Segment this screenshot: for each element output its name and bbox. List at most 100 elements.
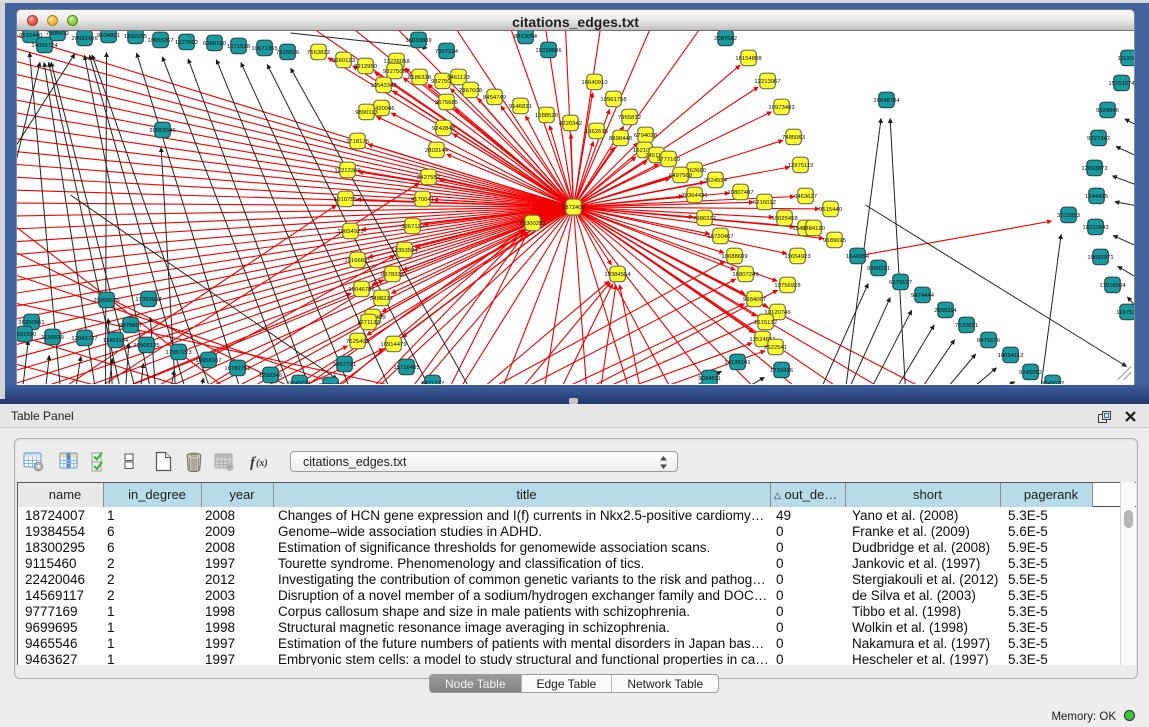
svg-text:8427552: 8427552 (417, 175, 440, 181)
svg-text:(x): (x) (256, 458, 268, 469)
svg-text:20053346: 20053346 (149, 128, 176, 134)
svg-text:5461123: 5461123 (447, 75, 470, 81)
svg-text:6794028: 6794028 (634, 133, 658, 139)
svg-text:19654923: 19654923 (337, 229, 364, 235)
svg-text:10655267: 10655267 (147, 38, 173, 44)
svg-text:9345012: 9345012 (1041, 381, 1064, 384)
svg-text:7986322: 7986322 (693, 216, 716, 222)
svg-text:7905412: 7905412 (46, 31, 69, 37)
svg-text:26350561: 26350561 (18, 320, 44, 326)
svg-text:1271133: 1271133 (357, 320, 380, 326)
svg-text:16640910: 16640910 (581, 80, 608, 86)
svg-text:18807249: 18807249 (732, 272, 758, 278)
svg-text:1362615: 1362615 (585, 129, 609, 135)
svg-text:3624554: 3624554 (704, 178, 728, 184)
svg-text:25300293: 25300293 (519, 221, 546, 227)
svg-text:20691406: 20691406 (71, 36, 98, 42)
svg-text:1244415: 1244415 (1085, 194, 1109, 200)
svg-text:16210643: 16210643 (1082, 225, 1109, 231)
svg-text:8454749: 8454749 (483, 95, 506, 101)
svg-text:1167533: 1167533 (1116, 310, 1135, 316)
svg-text:16782759: 16782759 (224, 366, 250, 372)
svg-text:7485063: 7485063 (782, 135, 806, 141)
svg-text:8660123: 8660123 (332, 58, 356, 64)
svg-text:14055724: 14055724 (31, 43, 58, 49)
svg-text:15716485: 15716485 (393, 365, 420, 371)
svg-text:9245052: 9245052 (1019, 370, 1042, 376)
svg-text:12505135: 12505135 (133, 343, 160, 349)
svg-text:10973493: 10973493 (768, 105, 795, 111)
svg-text:16033809: 16033809 (405, 38, 431, 44)
svg-text:19692971: 19692971 (1087, 255, 1113, 261)
svg-text:9245011: 9245011 (288, 381, 311, 384)
svg-text:9684067: 9684067 (743, 297, 766, 303)
svg-text:1112049: 1112049 (1117, 56, 1135, 62)
svg-text:3267110: 3267110 (401, 224, 424, 230)
svg-text:3215953: 3215953 (1057, 213, 1081, 219)
svg-text:12942737: 12942737 (71, 336, 97, 342)
svg-text:10671355: 10671355 (251, 46, 278, 52)
svg-text:9034511: 9034511 (698, 376, 721, 382)
svg-text:8471212: 8471212 (421, 381, 444, 384)
svg-text:7955812: 7955812 (618, 115, 641, 121)
svg-text:2867608: 2867608 (459, 88, 483, 94)
svg-text:3675685: 3675685 (435, 100, 459, 106)
svg-text:9327506: 9327506 (383, 69, 407, 75)
svg-text:12213369: 12213369 (334, 168, 360, 174)
svg-text:19654923: 19654923 (784, 254, 811, 260)
svg-text:15751074: 15751074 (1108, 81, 1135, 87)
svg-text:8912950: 8912950 (354, 64, 378, 70)
svg-text:1071918: 1071918 (227, 44, 251, 50)
svg-text:6966160: 6966160 (203, 41, 227, 47)
svg-text:12093872: 12093872 (1081, 166, 1107, 172)
svg-text:7632621: 7632621 (955, 323, 978, 329)
svg-text:2522541: 2522541 (764, 345, 787, 351)
svg-text:12213967: 12213967 (754, 79, 780, 85)
svg-text:9515440: 9515440 (819, 207, 843, 213)
svg-text:8678332: 8678332 (381, 272, 404, 278)
svg-text:9227342: 9227342 (1087, 136, 1110, 142)
svg-text:6216012: 6216012 (753, 200, 776, 206)
svg-text:3498222: 3498222 (370, 296, 393, 302)
svg-text:9391590: 9391590 (17, 332, 37, 338)
svg-text:1010755: 1010755 (334, 197, 358, 203)
svg-text:10807487: 10807487 (727, 190, 753, 196)
svg-text:1872400: 1872400 (562, 205, 586, 211)
svg-text:19166825: 19166825 (344, 258, 371, 264)
svg-text:9320154: 9320154 (319, 383, 343, 384)
svg-text:8220342: 8220342 (559, 121, 582, 127)
svg-text:9463627: 9463627 (794, 194, 817, 200)
svg-text:11451194: 11451194 (103, 338, 129, 344)
svg-text:16154808: 16154808 (735, 56, 762, 62)
svg-text:1615132: 1615132 (754, 320, 777, 326)
svg-text:9890113: 9890113 (355, 110, 378, 116)
svg-text:9689695: 9689695 (823, 238, 847, 244)
svg-text:9777169: 9777169 (657, 157, 680, 163)
svg-text:8471676: 8471676 (977, 338, 1001, 344)
svg-text:19756928: 19756928 (774, 283, 801, 289)
svg-text:15720407: 15720407 (707, 234, 733, 240)
svg-text:9329966: 9329966 (1096, 108, 1120, 114)
svg-text:16914479: 16914479 (380, 342, 406, 348)
svg-text:10046786: 10046786 (348, 287, 375, 293)
svg-text:10025458: 10025458 (771, 216, 798, 222)
svg-text:2718176: 2718176 (346, 139, 370, 145)
svg-text:12353594: 12353594 (391, 248, 418, 254)
svg-text:12975115: 12975115 (788, 163, 814, 169)
svg-text:19218506: 19218506 (535, 48, 562, 54)
svg-text:2087682: 2087682 (714, 36, 737, 42)
svg-text:16648784: 16648784 (873, 98, 900, 104)
svg-text:9975867: 9975867 (119, 323, 142, 329)
svg-text:6379197: 6379197 (889, 280, 912, 286)
svg-text:9474444: 9474444 (911, 293, 935, 299)
svg-text:20206576: 20206576 (93, 298, 120, 304)
svg-text:7515526: 7515526 (276, 50, 300, 56)
svg-text:1640954: 1640954 (846, 254, 870, 260)
svg-text:17016504: 17016504 (1099, 283, 1126, 289)
svg-text:8990448: 8990448 (609, 136, 633, 142)
svg-text:9857791: 9857791 (333, 362, 356, 368)
svg-text:2935114: 2935114 (934, 308, 957, 314)
svg-text:17359924: 17359924 (135, 297, 162, 303)
svg-text:7663822: 7663822 (307, 50, 330, 56)
svg-text:1292346: 1292346 (259, 373, 283, 379)
